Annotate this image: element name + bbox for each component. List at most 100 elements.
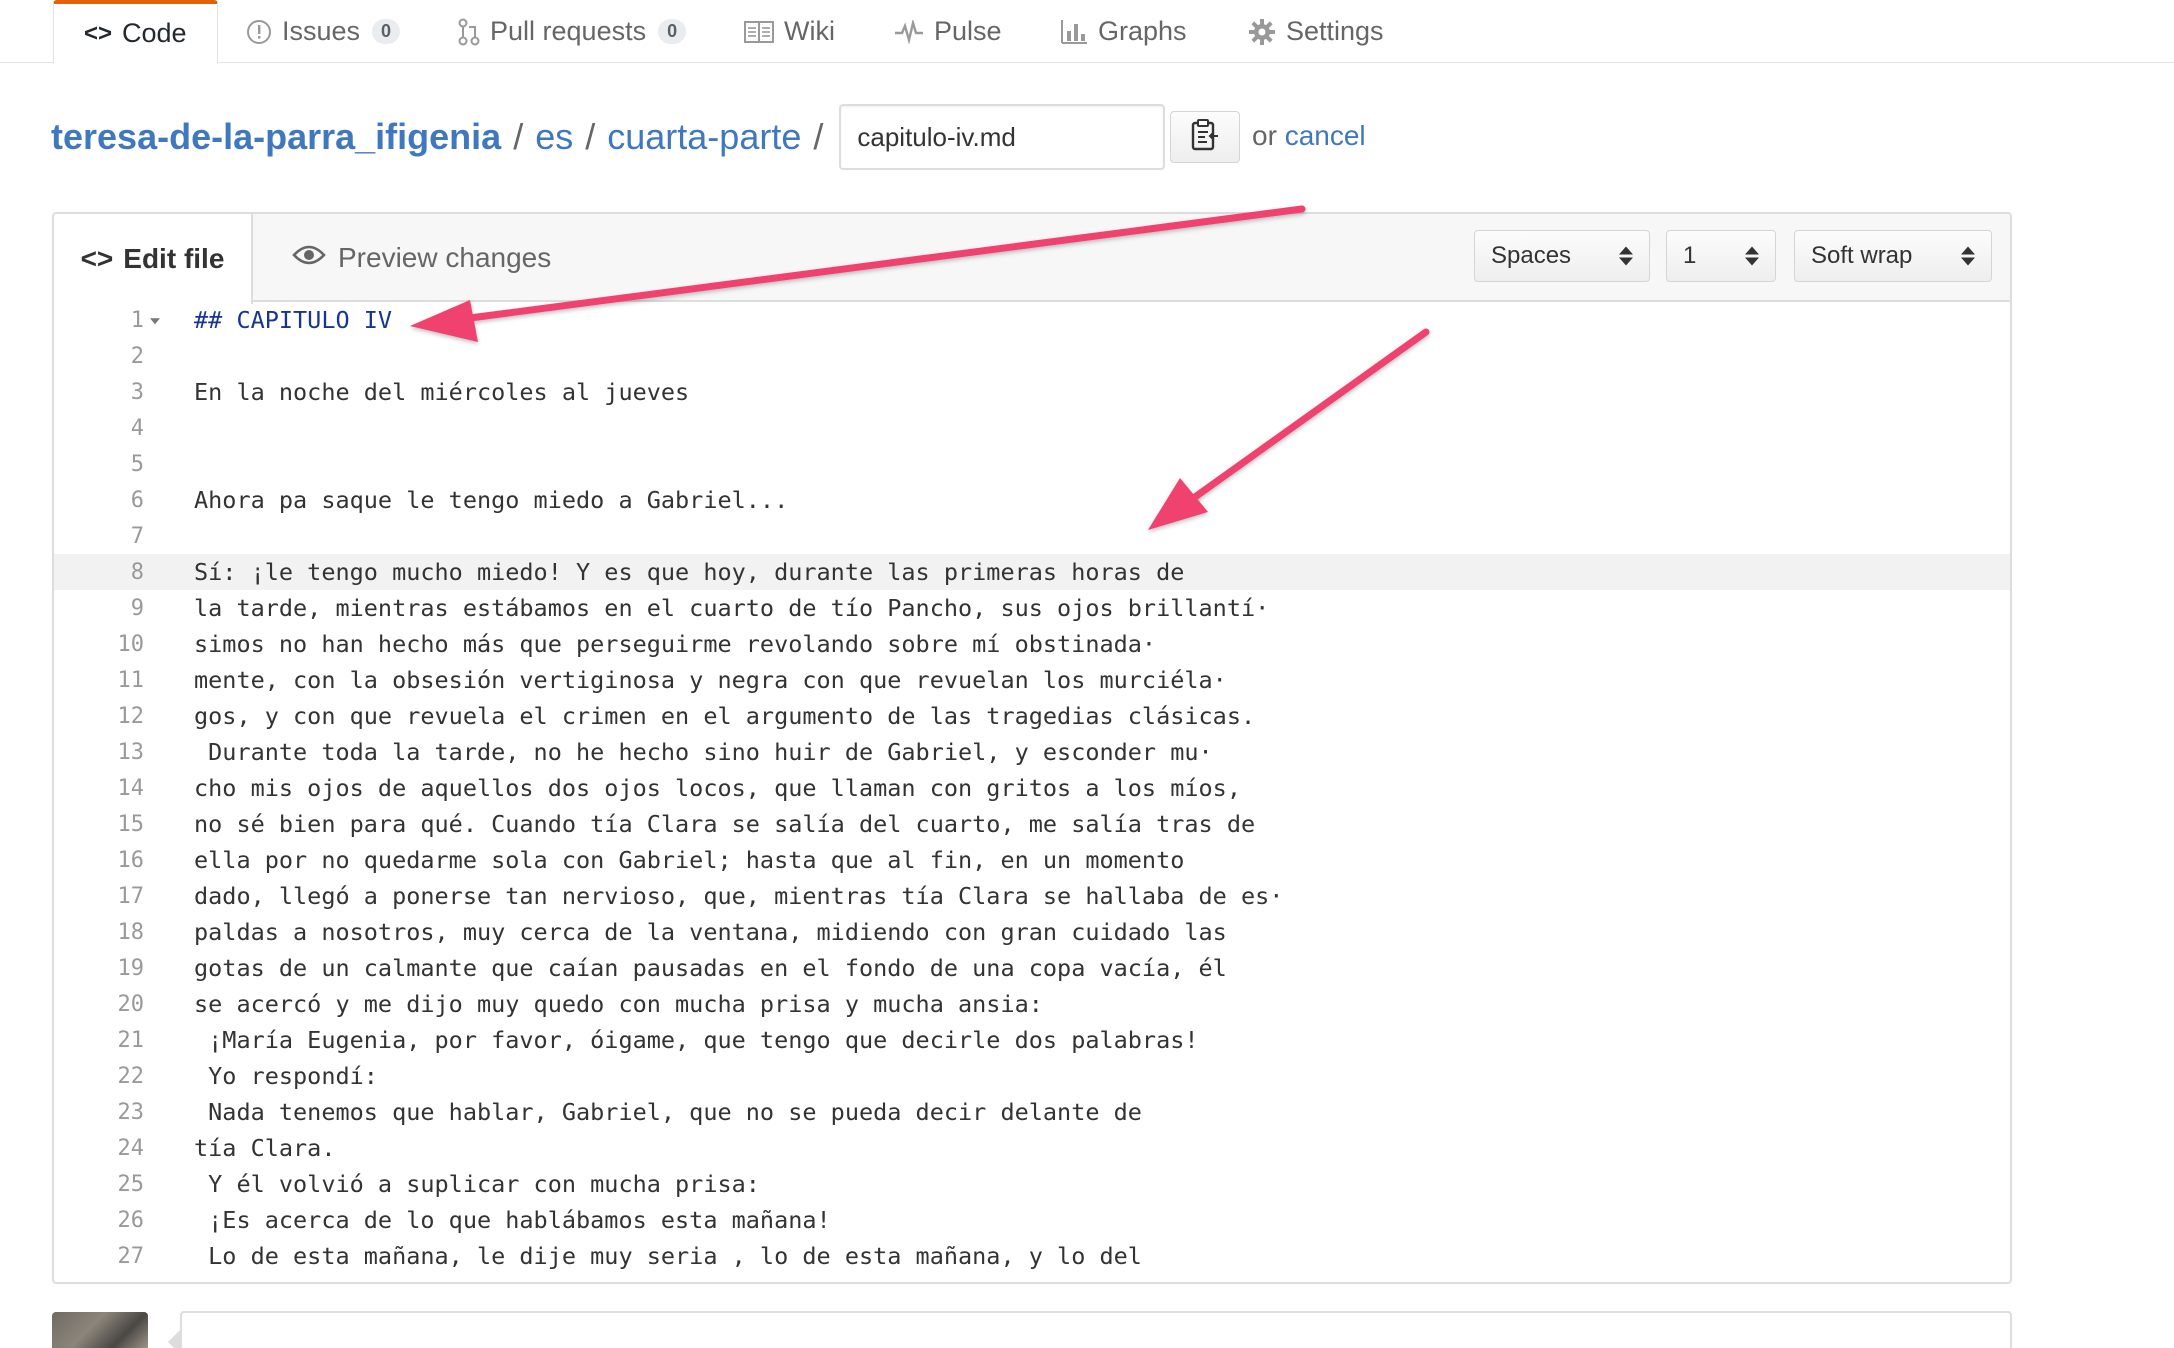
code-line-text: En la noche del miércoles al jueves — [194, 378, 690, 406]
code-line[interactable]: 19 gotas de un calmante que caían pausada… — [54, 950, 2010, 986]
code-line[interactable]: 14 cho mis ojos de aquellos dos ojos loco… — [54, 770, 2010, 806]
file-editor: <> Edit file Preview changes Spaces 1 So… — [52, 212, 2012, 1284]
line-number: 12 — [117, 703, 145, 729]
code-line[interactable]: 1 ## CAPITULO IV — [54, 302, 2010, 338]
select-arrows-icon — [1745, 246, 1759, 266]
code-line[interactable]: 7 — [54, 518, 2010, 554]
code-line-text: ¡María Eugenia, por favor, óigame, que t… — [194, 1026, 1199, 1054]
pull-request-icon — [458, 18, 480, 46]
code-line[interactable]: 26 ¡Es acerca de lo que hablábamos esta … — [54, 1202, 2010, 1238]
or-text: or — [1252, 120, 1277, 151]
breadcrumb-folder-es[interactable]: es — [535, 116, 573, 158]
code-line-text: Yo respondí: — [194, 1062, 378, 1090]
line-number: 14 — [117, 775, 145, 801]
line-number: 20 — [117, 991, 145, 1017]
tab-pull-requests[interactable]: Pull requests 0 — [458, 0, 687, 63]
comment-caret — [168, 1330, 180, 1348]
tab-settings[interactable]: Settings — [1248, 0, 1384, 63]
tab-issues[interactable]: Issues 0 — [246, 0, 401, 63]
breadcrumb: teresa-de-la-parra_ifigenia / es / cuart… — [51, 104, 1166, 170]
code-line-text: Y él volvió a suplicar con mucha prisa: — [194, 1170, 760, 1198]
breadcrumb-folder-cuarta-parte[interactable]: cuarta-parte — [607, 116, 801, 158]
pull-requests-count: 0 — [658, 19, 687, 44]
code-line[interactable]: 13 Durante toda la tarde, no he hecho si… — [54, 734, 2010, 770]
tab-issues-label: Issues — [282, 16, 361, 46]
book-icon — [744, 20, 774, 44]
line-number: 18 — [117, 919, 145, 945]
tab-graphs-label: Graphs — [1098, 16, 1187, 46]
editor-toolbar: <> Edit file Preview changes Spaces 1 So… — [54, 214, 2010, 304]
code-line[interactable]: 12 gos, y con que revuela el crimen en el… — [54, 698, 2010, 734]
code-line[interactable]: 10 simos no han hecho más que perseguirme… — [54, 626, 2010, 662]
code-line-text: Ahora pa saque le tengo miedo a Gabriel.… — [194, 486, 789, 514]
code-line[interactable]: 8 Sí: ¡le tengo mucho miedo! Y es que hoy… — [54, 554, 2010, 590]
avatar — [52, 1312, 148, 1348]
code-line[interactable]: 16 ella por no quedarme sola con Gabriel;… — [54, 842, 2010, 878]
code-line-text: gos, y con que revuela el crimen en el a… — [194, 702, 1256, 730]
code-line-text: paldas a nosotros, muy cerca de la venta… — [194, 918, 1227, 946]
code-line[interactable]: 27 Lo de esta mañana, le dije muy seria … — [54, 1238, 2010, 1274]
breadcrumb-repo-link[interactable]: teresa-de-la-parra_ifigenia — [51, 116, 501, 158]
line-number: 25 — [117, 1171, 145, 1197]
code-line-text: ella por no quedarme sola con Gabriel; h… — [194, 846, 1185, 874]
line-number: 8 — [130, 559, 144, 585]
breadcrumb-separator: / — [513, 116, 524, 157]
code-line[interactable]: 2 — [54, 338, 2010, 374]
code-line[interactable]: 15 no sé bien para qué. Cuando tía Clara … — [54, 806, 2010, 842]
code-line[interactable]: 22 Yo respondí: — [54, 1058, 2010, 1094]
code-line-text: cho mis ojos de aquellos dos ojos locos,… — [194, 774, 1241, 802]
line-number: 15 — [117, 811, 145, 837]
code-line-text: ¡Es acerca de lo que hablábamos esta mañ… — [194, 1206, 831, 1234]
cancel-link[interactable]: cancel — [1285, 120, 1366, 151]
code-line[interactable]: 18 paldas a nosotros, muy cerca de la ven… — [54, 914, 2010, 950]
line-number: 22 — [117, 1063, 145, 1089]
code-line[interactable]: 17 dado, llegó a ponerse tan nervioso, qu… — [54, 878, 2010, 914]
code-area[interactable]: 1 ## CAPITULO IV 2 3 En la noche del miércol… — [54, 302, 2010, 1274]
commit-form-box[interactable] — [180, 1311, 2012, 1348]
breadcrumb-separator: / — [585, 116, 596, 157]
copy-path-button[interactable] — [1170, 111, 1240, 163]
code-line-text: simos no han hecho más que perseguirme r… — [194, 630, 1157, 658]
code-line[interactable]: 4 — [54, 410, 2010, 446]
code-line[interactable]: 21 ¡María Eugenia, por favor, óigame, qu… — [54, 1022, 2010, 1058]
code-line-text: Nada tenemos que hablar, Gabriel, que no… — [194, 1098, 1142, 1126]
line-number: 19 — [117, 955, 145, 981]
wrap-mode-value: Soft wrap — [1811, 242, 1913, 269]
fold-caret-icon[interactable] — [150, 318, 160, 325]
code-line[interactable]: 11 mente, con la obsesión vertiginosa y n… — [54, 662, 2010, 698]
code-line[interactable]: 9 la tarde, mientras estábamos en el cuar… — [54, 590, 2010, 626]
tab-code-label: Code — [122, 18, 187, 48]
tab-graphs[interactable]: Graphs — [1060, 0, 1187, 63]
code-line[interactable]: 24 tía Clara. — [54, 1130, 2010, 1166]
code-line-text: Durante toda la tarde, no he hecho sino … — [194, 738, 1213, 766]
tab-edit-file[interactable]: <> Edit file — [54, 214, 253, 304]
code-line[interactable]: 6 Ahora pa saque le tengo miedo a Gabriel… — [54, 482, 2010, 518]
code-line[interactable]: 5 — [54, 446, 2010, 482]
line-number: 27 — [117, 1243, 145, 1269]
code-line[interactable]: 20 se acercó y me dijo muy quedo con much… — [54, 986, 2010, 1022]
select-arrows-icon — [1619, 246, 1633, 266]
wrap-mode-select[interactable]: Soft wrap — [1794, 230, 1992, 282]
code-line[interactable]: 25 Y él volvió a suplicar con mucha pris… — [54, 1166, 2010, 1202]
code-line[interactable]: 23 Nada tenemos que hablar, Gabriel, que… — [54, 1094, 2010, 1130]
tab-preview-changes[interactable]: Preview changes — [292, 214, 551, 302]
pulse-icon — [894, 19, 924, 44]
line-number: 9 — [130, 595, 144, 621]
line-number: 7 — [130, 523, 144, 549]
tab-pulse[interactable]: Pulse — [894, 0, 1002, 63]
repo-nav: <> Code Issues 0 Pull requests 0 Wiki Pu… — [0, 0, 2174, 64]
filename-input[interactable] — [839, 104, 1166, 170]
indent-size-select[interactable]: 1 — [1666, 230, 1776, 282]
code-line[interactable]: 3 En la noche del miércoles al jueves — [54, 374, 2010, 410]
line-number: 3 — [130, 379, 144, 405]
indent-mode-select[interactable]: Spaces — [1474, 230, 1650, 282]
tab-code[interactable]: <> Code — [53, 0, 218, 64]
line-number: 10 — [117, 631, 145, 657]
eye-icon — [292, 242, 326, 274]
line-number: 26 — [117, 1207, 145, 1233]
tab-wiki[interactable]: Wiki — [744, 0, 835, 63]
line-number: 2 — [130, 343, 144, 369]
code-line-text: dado, llegó a ponerse tan nervioso, que,… — [194, 882, 1284, 910]
line-number: 17 — [117, 883, 145, 909]
code-line-text: tía Clara. — [194, 1134, 336, 1162]
